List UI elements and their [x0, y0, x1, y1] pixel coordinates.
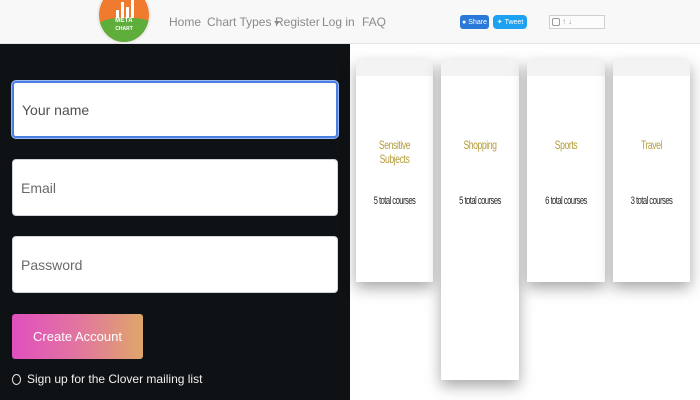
vote-widget[interactable]: ↑ ↓: [549, 15, 605, 29]
logo-text: META: [115, 18, 133, 24]
email-input[interactable]: [13, 160, 337, 215]
facebook-icon: ●: [462, 18, 467, 26]
card-title: Sports: [554, 138, 578, 152]
nav-faq[interactable]: FAQ: [362, 15, 386, 29]
category-card[interactable]: Travel 3 total courses: [613, 60, 690, 282]
facebook-share-label: Share: [468, 18, 487, 26]
nav-login[interactable]: Log in: [322, 15, 355, 29]
nav-chart-types-label: Chart Types: [207, 15, 272, 29]
name-field[interactable]: [12, 81, 338, 138]
category-cards: Sensitive Subjects 5 total courses Shopp…: [350, 44, 700, 400]
category-card[interactable]: Shopping 5 total courses: [441, 60, 519, 380]
logo-chart-icon: [116, 0, 136, 18]
reddit-icon: [552, 18, 560, 26]
password-input[interactable]: [13, 237, 337, 292]
site-logo[interactable]: META CHART: [97, 0, 151, 44]
card-top-strip: [356, 60, 433, 76]
page: META CHART Home Chart Types Register Log…: [0, 0, 700, 400]
email-field[interactable]: [12, 159, 338, 216]
card-course-count: 5 total courses: [459, 195, 501, 207]
downvote-icon[interactable]: ↓: [568, 18, 572, 26]
card-course-count: 5 total courses: [373, 195, 416, 207]
card-title: Shopping: [463, 138, 497, 152]
tweet-button[interactable]: ✦ Tweet: [493, 15, 527, 29]
category-card[interactable]: Sensitive Subjects 5 total courses: [356, 60, 433, 282]
password-field[interactable]: [12, 236, 338, 293]
twitter-icon: ✦: [496, 19, 503, 26]
mailing-list-label: Sign up for the Clover mailing list: [27, 372, 203, 386]
category-card[interactable]: Sports 6 total courses: [527, 60, 605, 282]
nav-home[interactable]: Home: [169, 15, 201, 29]
card-course-count: 3 total courses: [630, 195, 673, 207]
mailing-list-radio[interactable]: [12, 373, 21, 385]
tweet-label: Tweet: [504, 18, 524, 26]
card-title: Travel: [640, 138, 663, 152]
nav-chart-types[interactable]: Chart Types: [207, 15, 281, 29]
create-account-button[interactable]: Create Account: [12, 314, 143, 359]
logo-subtext: CHART: [115, 26, 133, 32]
card-title: Sensitive Subjects: [378, 138, 411, 166]
card-top-strip: [441, 60, 519, 76]
facebook-share-button[interactable]: ● Share: [460, 15, 489, 29]
top-navbar: META CHART Home Chart Types Register Log…: [0, 0, 700, 44]
card-course-count: 6 total courses: [545, 195, 587, 207]
mailing-list-option[interactable]: Sign up for the Clover mailing list: [12, 372, 202, 386]
card-top-strip: [613, 60, 690, 76]
card-top-strip: [527, 60, 605, 76]
nav-register[interactable]: Register: [275, 15, 320, 29]
name-input[interactable]: [14, 83, 336, 136]
upvote-icon[interactable]: ↑: [562, 18, 566, 26]
